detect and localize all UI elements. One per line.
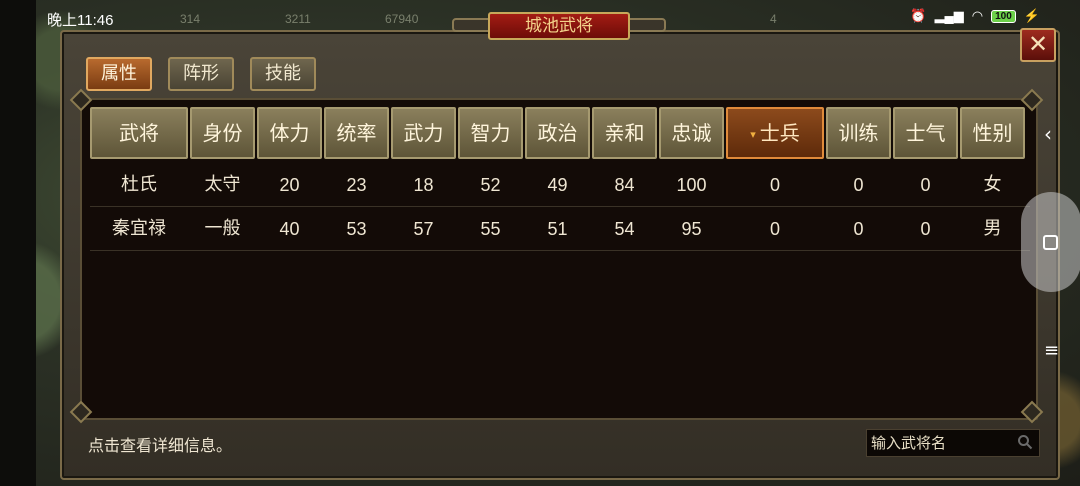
cell-training: 0 (853, 175, 864, 195)
cell-soldiers: 0 (769, 219, 780, 239)
game-screen: 晚上11:46 314 3211 67940 4 ⏰ ▂▄▆ ◠ 100 ⚡ 城… (0, 0, 1080, 486)
cell-charm: 84 (614, 175, 635, 195)
alarm-icon: ⏰ (910, 8, 927, 23)
cell-stamina: 20 (279, 175, 300, 195)
cell-gender: 女 (983, 174, 1002, 195)
col-header-general[interactable]: 武将 (90, 107, 188, 159)
signal-icon: ▂▄▆ (934, 8, 964, 23)
sort-desc-icon: ▾ (750, 127, 756, 141)
search-input[interactable]: 输入武将名 (866, 429, 1040, 457)
cell-command: 23 (346, 175, 367, 195)
cell-command: 53 (346, 219, 367, 239)
cell-stamina: 40 (279, 219, 300, 239)
table-body: 杜氏 太守 20 23 18 52 49 84 100 0 0 0 女 秦宜禄 … (90, 163, 1030, 251)
cell-loyalty: 100 (676, 175, 707, 195)
cell-politics: 49 (547, 175, 568, 195)
menu-nav-icon[interactable]: ≡ (1044, 340, 1059, 361)
table-header: 武将 身份 体力 统率 武力 智力 政治 亲和 忠诚 ▾ 士兵 训练 士气 性别 (90, 107, 1025, 159)
cell-general-name: 杜氏 (121, 174, 157, 195)
left-edge (0, 0, 36, 486)
charging-icon: ⚡ (1023, 8, 1040, 23)
tab-formation[interactable]: 阵形 (168, 57, 234, 91)
cell-war: 57 (413, 219, 434, 239)
cell-training: 0 (853, 219, 864, 239)
tab-bar: 属性 阵形 技能 (86, 57, 316, 91)
col-header-gender[interactable]: 性别 (960, 107, 1025, 159)
col-header-morale[interactable]: 士气 (893, 107, 958, 159)
resource-count-2: 3211 (285, 12, 311, 26)
title-ornament-right (626, 18, 666, 32)
home-nav-icon[interactable] (1043, 235, 1058, 250)
cell-morale: 0 (920, 219, 931, 239)
col-header-rank[interactable]: 身份 (190, 107, 255, 159)
status-icons: ⏰ ▂▄▆ ◠ 100 ⚡ (910, 8, 1040, 24)
resource-count-1: 314 (180, 12, 201, 26)
status-time: 晚上11:46 (47, 12, 114, 29)
col-header-soldiers[interactable]: ▾ 士兵 (726, 107, 824, 159)
cell-intelligence: 52 (480, 175, 501, 195)
cell-charm: 54 (614, 219, 635, 239)
cell-loyalty: 95 (681, 219, 702, 239)
col-header-training[interactable]: 训练 (826, 107, 891, 159)
col-header-soldiers-label: 士兵 (759, 121, 800, 145)
tab-attributes[interactable]: 属性 (86, 57, 152, 91)
resource-count-4: 4 (770, 12, 777, 26)
col-header-charm[interactable]: 亲和 (592, 107, 657, 159)
title-ornament-left (452, 18, 492, 32)
wifi-icon: ◠ (971, 8, 984, 23)
cell-rank: 太守 (204, 174, 241, 195)
col-header-war[interactable]: 武力 (391, 107, 456, 159)
table-row[interactable]: 秦宜禄 一般 40 53 57 55 51 54 95 0 0 0 男 (90, 207, 1030, 251)
cell-politics: 51 (547, 219, 568, 239)
tab-skills[interactable]: 技能 (250, 57, 316, 91)
window-title: 城池武将 (488, 12, 630, 40)
col-header-loyalty[interactable]: 忠诚 (659, 107, 724, 159)
col-header-intelligence[interactable]: 智力 (458, 107, 523, 159)
hint-text: 点击查看详细信息。 (88, 436, 233, 455)
close-icon: ✕ (1027, 30, 1049, 58)
table-row[interactable]: 杜氏 太守 20 23 18 52 49 84 100 0 0 0 女 (90, 163, 1030, 207)
search-icon[interactable] (1017, 434, 1033, 450)
resource-count-3: 67940 (385, 12, 419, 26)
cell-general-name: 秦宜禄 (112, 218, 166, 239)
search-placeholder: 输入武将名 (871, 434, 947, 452)
battery-icon: 100 (991, 9, 1016, 23)
cell-gender: 男 (983, 218, 1002, 239)
back-nav-icon[interactable]: ‹ (1044, 122, 1052, 146)
close-button[interactable]: ✕ (1020, 28, 1056, 62)
cell-intelligence: 55 (480, 219, 501, 239)
cell-soldiers: 0 (769, 175, 780, 195)
cell-war: 18 (413, 175, 434, 195)
cell-rank: 一般 (204, 218, 241, 239)
cell-morale: 0 (920, 175, 931, 195)
col-header-stamina[interactable]: 体力 (257, 107, 322, 159)
col-header-command[interactable]: 统率 (324, 107, 389, 159)
col-header-politics[interactable]: 政治 (525, 107, 590, 159)
